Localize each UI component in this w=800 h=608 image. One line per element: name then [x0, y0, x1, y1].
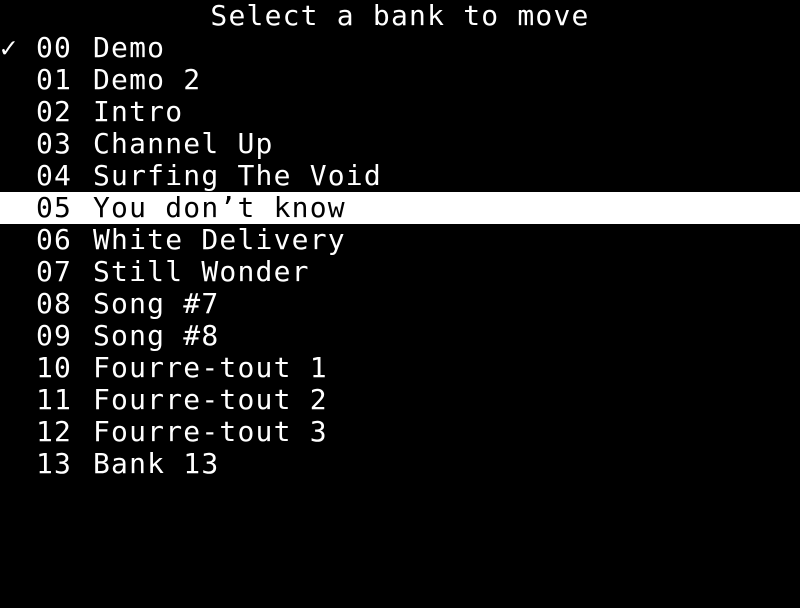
bank-number: 07 — [36, 255, 73, 288]
bank-row[interactable]: 09 Song #8 — [0, 320, 800, 352]
check-icon: ✓ — [0, 31, 19, 64]
bank-name: Song #7 — [93, 287, 220, 320]
bank-number: 10 — [36, 351, 73, 384]
bank-name: Intro — [93, 95, 184, 128]
bank-row[interactable]: 03 Channel Up — [0, 128, 800, 160]
bank-name: Channel Up — [93, 127, 274, 160]
bank-name: Bank 13 — [93, 447, 220, 480]
bank-row[interactable]: 12 Fourre-tout 3 — [0, 416, 800, 448]
bank-name: Fourre-tout 3 — [93, 415, 328, 448]
bank-number: 09 — [36, 319, 73, 352]
bank-number: 05 — [36, 191, 73, 224]
bank-number: 01 — [36, 63, 73, 96]
bank-row[interactable]: 06 White Delivery — [0, 224, 800, 256]
bank-number: 06 — [36, 223, 73, 256]
bank-name: Song #8 — [93, 319, 220, 352]
bank-number: 11 — [36, 383, 73, 416]
bank-name: Surfing The Void — [93, 159, 382, 192]
bank-number: 13 — [36, 447, 73, 480]
bank-name: Demo 2 — [93, 63, 202, 96]
bank-row[interactable]: ✓ 00 Demo — [0, 32, 800, 64]
page-title: Select a bank to move — [210, 0, 590, 32]
bank-row[interactable]: 07 Still Wonder — [0, 256, 800, 288]
bank-row[interactable]: 02 Intro — [0, 96, 800, 128]
bank-number: 03 — [36, 127, 73, 160]
bank-row[interactable]: 10 Fourre-tout 1 — [0, 352, 800, 384]
bank-number: 08 — [36, 287, 73, 320]
bank-name: Fourre-tout 1 — [93, 351, 328, 384]
bank-row[interactable]: 08 Song #7 — [0, 288, 800, 320]
bank-row[interactable]: 13 Bank 13 — [0, 448, 800, 480]
bank-row[interactable]: 11 Fourre-tout 2 — [0, 384, 800, 416]
bank-row[interactable]: 05 You don’t know — [0, 192, 800, 224]
bank-name: Fourre-tout 2 — [93, 383, 328, 416]
bank-number: 12 — [36, 415, 73, 448]
bank-number: 00 — [36, 31, 73, 64]
bank-name: White Delivery — [93, 223, 346, 256]
bank-name: Demo — [93, 31, 166, 64]
bank-list: ✓ 00 Demo 01 Demo 2 02 Intro 03 Channel … — [0, 32, 800, 480]
bank-row[interactable]: 04 Surfing The Void — [0, 160, 800, 192]
bank-number: 02 — [36, 95, 73, 128]
bank-name: You don’t know — [93, 191, 346, 224]
bank-row[interactable]: 01 Demo 2 — [0, 64, 800, 96]
bank-name: Still Wonder — [93, 255, 310, 288]
bank-number: 04 — [36, 159, 73, 192]
